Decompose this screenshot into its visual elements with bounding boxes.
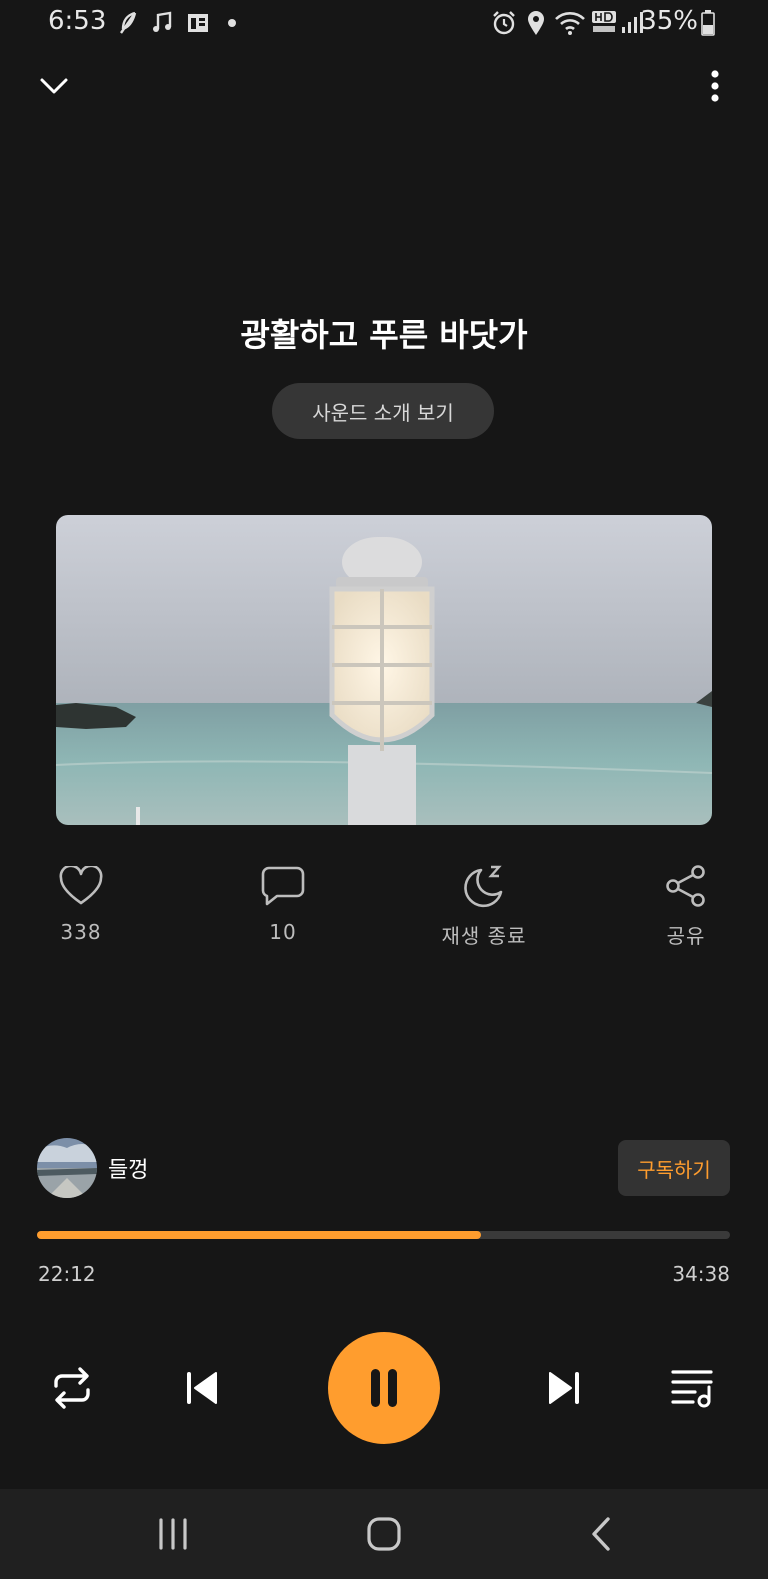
skip-previous-icon[interactable] xyxy=(174,1360,230,1416)
avatar[interactable] xyxy=(37,1138,97,1198)
status-bar: 6:53 35% xyxy=(0,0,768,48)
progress-fill xyxy=(37,1231,482,1239)
feather-notification-icon xyxy=(116,10,140,36)
comment-count: 10 xyxy=(269,920,297,944)
progress-track[interactable] xyxy=(37,1231,730,1239)
pause-icon xyxy=(371,1369,397,1407)
subscribe-button[interactable]: 구독하기 xyxy=(618,1140,730,1196)
sound-intro-button[interactable]: 사운드 소개 보기 xyxy=(272,383,494,439)
moon-icon xyxy=(460,862,508,910)
alarm-icon xyxy=(490,10,518,36)
battery-icon xyxy=(700,10,716,36)
chevron-down-icon[interactable] xyxy=(34,66,74,106)
comment-icon xyxy=(259,862,307,910)
news-notification-icon xyxy=(186,10,210,36)
music-notification-icon xyxy=(150,10,174,36)
share-action[interactable]: 공유 xyxy=(626,862,746,949)
like-count: 338 xyxy=(60,920,102,944)
playlist-icon[interactable] xyxy=(666,1360,722,1416)
like-action[interactable]: 338 xyxy=(21,862,141,944)
repeat-icon[interactable] xyxy=(44,1360,100,1416)
elapsed-time: 22:12 xyxy=(38,1262,96,1286)
share-icon xyxy=(662,862,710,910)
back-icon[interactable] xyxy=(574,1507,628,1561)
share-label: 공유 xyxy=(666,924,706,948)
comment-action[interactable]: 10 xyxy=(223,862,343,944)
total-time: 34:38 xyxy=(672,1262,730,1286)
battery-percent: 35% xyxy=(640,6,698,36)
more-vertical-icon[interactable] xyxy=(700,66,730,106)
home-icon[interactable] xyxy=(357,1507,411,1561)
track-title: 광활하고 푸른 바닷가 xyxy=(240,316,528,354)
hd-voice-icon xyxy=(590,10,618,36)
status-time: 6:53 xyxy=(48,6,107,36)
recent-apps-icon[interactable] xyxy=(146,1507,200,1561)
sleep-timer-action[interactable]: 재생 종료 xyxy=(424,862,544,949)
wifi-icon xyxy=(554,10,586,36)
system-nav-bar xyxy=(0,1489,768,1579)
skip-next-icon[interactable] xyxy=(536,1360,592,1416)
more-notifications-dot-icon xyxy=(226,10,238,36)
channel-name[interactable]: 들껑 xyxy=(108,1152,148,1184)
location-icon xyxy=(524,10,548,36)
heart-icon xyxy=(57,862,105,910)
pause-button[interactable] xyxy=(328,1332,440,1444)
cover-image xyxy=(56,515,712,825)
sleep-timer-label: 재생 종료 xyxy=(441,924,527,948)
